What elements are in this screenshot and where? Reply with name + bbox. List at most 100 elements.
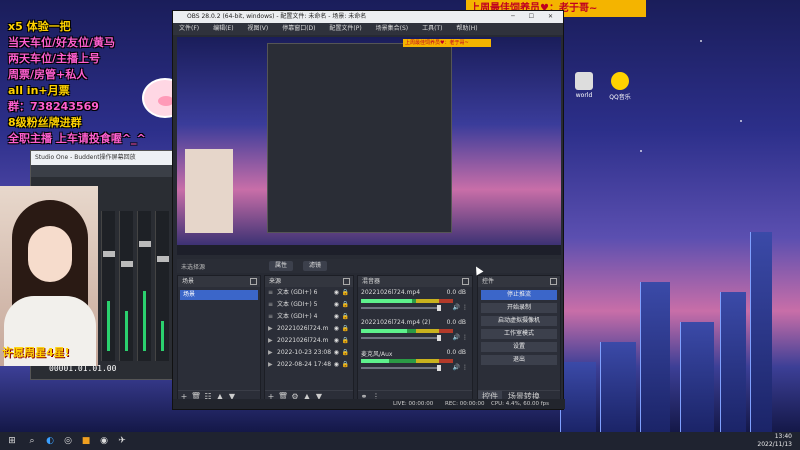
studio-mode-button[interactable]: 工作室模式	[481, 329, 557, 339]
skyscraper	[720, 292, 746, 432]
skyscraper	[640, 282, 670, 432]
taskbar: ⊞ ⌕ ◐ ◎ ■ ◉ ✈ 13:40 2022/11/13	[0, 432, 800, 450]
settings-button[interactable]: 设置	[481, 342, 557, 352]
mixer-channel: 麦克风/Aux 0.0 dB 🔊 ⋮	[358, 347, 472, 377]
popout-icon[interactable]	[250, 278, 257, 285]
filters-button[interactable]: 滤镜	[303, 261, 328, 271]
menu-tools[interactable]: 工具(T)	[416, 25, 448, 32]
obs-titlebar[interactable]: OBS 28.0.2 (64-bit, windows) - 配置文件: 未命名…	[173, 11, 563, 23]
skyscraper	[600, 342, 636, 432]
eye-icon[interactable]: ◉	[334, 335, 339, 347]
popout-icon[interactable]	[343, 278, 350, 285]
eye-icon[interactable]: ◉	[334, 323, 339, 335]
windows-start-icon[interactable]: ⊞	[6, 435, 18, 447]
lock-icon[interactable]: 🔒	[342, 335, 349, 347]
system-clock[interactable]: 13:40 2022/11/13	[757, 433, 792, 449]
obs-title: OBS 28.0.2 (64-bit, windows) - 配置文件: 未命名…	[187, 13, 367, 20]
desktop-icon-qq-music[interactable]: QQ音乐	[602, 72, 638, 101]
mixer-channel[interactable]	[119, 211, 133, 361]
overlay-line: 全职主播 上车请投食喔^_^	[8, 132, 146, 145]
mixer-channel: 20221026l724.mp4 (2) 0.0 dB 🔊 ⋮	[358, 317, 472, 347]
obs-preview[interactable]: 上周最佳饲养员♥：老于哥~	[177, 37, 561, 255]
kebab-menu-icon[interactable]: ⋮	[462, 304, 468, 311]
edge-icon[interactable]: ◐	[44, 435, 56, 447]
mixer-channel[interactable]	[155, 211, 169, 361]
popout-icon[interactable]	[462, 278, 469, 285]
desktop-icon-world[interactable]: world	[566, 72, 602, 99]
menu-scene-collection[interactable]: 场景集合(S)	[370, 25, 415, 32]
popout-icon[interactable]	[550, 278, 557, 285]
volume-slider-thumb[interactable]	[437, 365, 441, 371]
search-icon[interactable]: ⌕	[26, 435, 38, 447]
source-item[interactable]: ▶ 2022-10-23 23:08 ◉ 🔒	[265, 347, 353, 359]
volume-slider[interactable]	[361, 305, 441, 311]
speaker-icon[interactable]: 🔊	[453, 364, 460, 371]
eye-icon[interactable]: ◉	[334, 347, 339, 359]
kebab-menu-icon[interactable]: ⋮	[462, 364, 468, 371]
lock-icon[interactable]: 🔒	[342, 323, 349, 335]
mixer-channel[interactable]	[101, 211, 115, 361]
star	[640, 150, 642, 152]
lock-icon[interactable]: 🔒	[342, 311, 349, 323]
properties-button[interactable]: 属性	[269, 261, 294, 271]
source-toolbar: 未选择源 属性 滤镜	[177, 259, 561, 273]
eye-icon[interactable]: ◉	[334, 299, 339, 311]
overlay-line: x5 体验一把	[8, 20, 71, 33]
lock-icon[interactable]: 🔒	[342, 287, 349, 299]
mixer-header: 混音器	[358, 276, 472, 287]
source-item[interactable]: ≡ 文本 (GDI+) 6 ◉ 🔒	[265, 287, 353, 299]
kebab-menu-icon[interactable]: ⋮	[462, 334, 468, 341]
volume-slider-thumb[interactable]	[437, 305, 441, 311]
obs-menubar[interactable]: 文件(F) 编辑(E) 视图(V) 停靠窗口(D) 配置文件(P) 场景集合(S…	[173, 23, 563, 35]
volume-slider[interactable]	[361, 335, 441, 341]
menu-docks[interactable]: 停靠窗口(D)	[276, 25, 321, 32]
speaker-icon[interactable]: 🔊	[453, 334, 460, 341]
app-icon[interactable]: ✈	[116, 435, 128, 447]
mixer-db: 0.0 dB	[446, 289, 466, 296]
fader-knob[interactable]	[139, 241, 151, 247]
speaker-icon[interactable]: 🔊	[453, 304, 460, 311]
volume-level	[361, 359, 389, 363]
menu-help[interactable]: 帮助(H)	[450, 25, 483, 32]
source-item[interactable]: ▶ 2022-08-24 17:48 ◉ 🔒	[265, 359, 353, 371]
menu-view[interactable]: 视图(V)	[241, 25, 274, 32]
lock-icon[interactable]: 🔒	[342, 347, 349, 359]
volume-slider[interactable]	[361, 365, 441, 371]
studio-toolbar[interactable]	[31, 165, 177, 177]
exit-button[interactable]: 退出	[481, 355, 557, 365]
rec-status: REC: 00:00:00	[445, 401, 485, 407]
fader-knob[interactable]	[157, 256, 169, 262]
file-icon	[575, 72, 593, 90]
fader-knob[interactable]	[103, 251, 115, 257]
stop-streaming-button[interactable]: 停止推流	[481, 290, 557, 300]
menu-profile[interactable]: 配置文件(P)	[323, 25, 367, 32]
start-virtual-camera-button[interactable]: 启动虚拟摄像机	[481, 316, 557, 326]
source-item[interactable]: ▶ 20221026l724.m ◉ 🔒	[265, 323, 353, 335]
source-item[interactable]: ≡ 文本 (GDI+) 4 ◉ 🔒	[265, 311, 353, 323]
scenes-header: 场景	[178, 276, 260, 287]
mixer-channel-name: 20221026l724.mp4	[361, 289, 421, 296]
obs-window[interactable]: OBS 28.0.2 (64-bit, windows) - 配置文件: 未命名…	[172, 10, 565, 410]
source-item[interactable]: ≡ 文本 (GDI+) 5 ◉ 🔒	[265, 299, 353, 311]
start-recording-button[interactable]: 开始录制	[481, 303, 557, 313]
fader-knob[interactable]	[121, 261, 133, 267]
clock-date: 2022/11/13	[757, 441, 792, 448]
eye-icon[interactable]: ◉	[334, 311, 339, 323]
volume-slider-thumb[interactable]	[437, 335, 441, 341]
eye-icon[interactable]: ◉	[334, 359, 339, 371]
menu-edit[interactable]: 编辑(E)	[207, 25, 239, 32]
lock-icon[interactable]: 🔒	[342, 299, 349, 311]
steam-icon[interactable]: ◎	[62, 435, 74, 447]
eye-icon[interactable]: ◉	[334, 287, 339, 299]
menu-file[interactable]: 文件(F)	[173, 25, 205, 32]
app-icon[interactable]: ■	[80, 435, 92, 447]
obs-statusbar: LIVE: 00:00:00 REC: 00:00:00 CPU: 4.4%, …	[173, 399, 565, 409]
scene-item[interactable]: 场景	[180, 290, 258, 300]
mixer-channel[interactable]	[137, 211, 151, 361]
window-controls[interactable]: ─ ☐ ✕	[511, 11, 559, 23]
skyscraper	[750, 232, 772, 432]
skyscraper	[560, 362, 596, 432]
obs-icon[interactable]: ◉	[98, 435, 110, 447]
source-item[interactable]: ▶ 20221026l724.m ◉ 🔒	[265, 335, 353, 347]
lock-icon[interactable]: 🔒	[342, 359, 349, 371]
